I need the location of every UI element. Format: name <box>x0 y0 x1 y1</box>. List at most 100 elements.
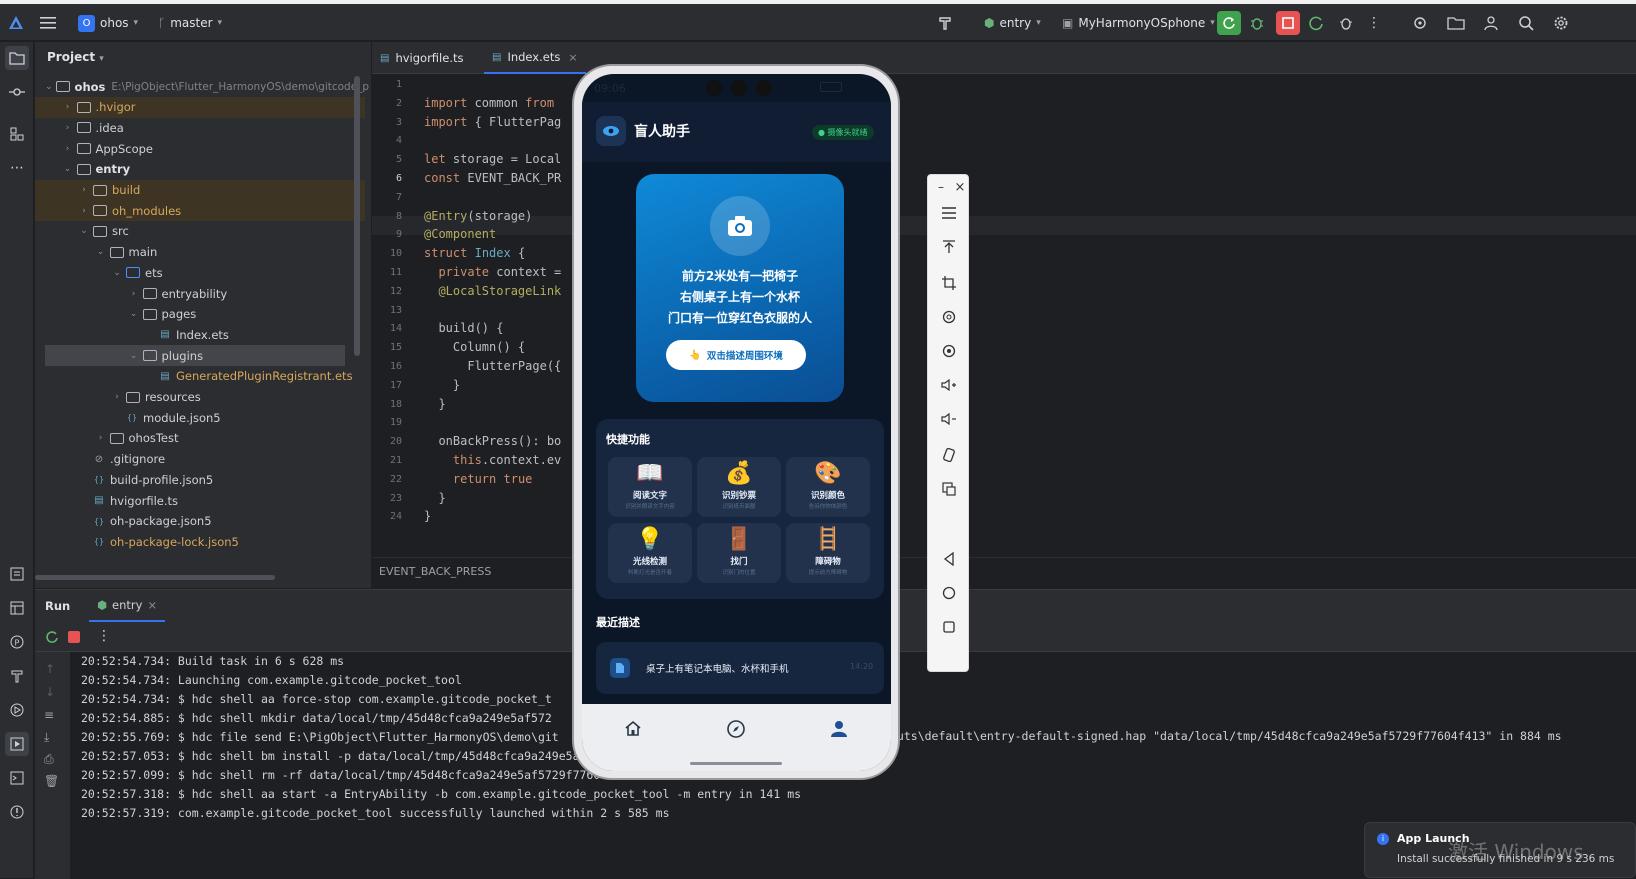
rerun-icon[interactable] <box>1217 11 1241 35</box>
code-line[interactable]: } <box>424 397 445 411</box>
quick-function-button[interactable]: 💰 识别钞票 识别纸币面额 <box>697 457 781 517</box>
project-horizontal-scrollbar[interactable] <box>35 575 275 580</box>
chevron-right-icon[interactable]: › <box>78 185 90 195</box>
code-line[interactable]: } <box>424 491 445 505</box>
tree-item[interactable]: {} oh-package.json5 <box>35 511 365 532</box>
chevron-right-icon[interactable]: › <box>78 206 90 216</box>
code-line[interactable]: Column() { <box>424 340 525 354</box>
chevron-right-icon[interactable]: › <box>111 392 123 402</box>
attach-debugger-icon[interactable] <box>1336 13 1356 33</box>
chevron-down-icon[interactable]: ⌄ <box>62 164 74 174</box>
project-switcher[interactable]: O ohos ▾ <box>78 13 138 33</box>
tree-item[interactable]: › .idea <box>35 117 365 138</box>
chevron-right-icon[interactable]: › <box>62 144 74 154</box>
profile-icon[interactable] <box>830 720 848 738</box>
more-vertical-icon[interactable]: ⋮ <box>97 628 111 644</box>
tree-item[interactable]: ▤ GeneratedPluginRegistrant.ets <box>35 366 365 387</box>
project-panel-header[interactable]: Project ▾ <box>47 50 104 64</box>
compass-icon[interactable] <box>726 719 746 739</box>
chevron-down-icon[interactable]: ⌄ <box>111 268 123 278</box>
print-icon[interactable]: ⎙ <box>44 752 54 767</box>
chevron-down-icon[interactable]: ⌄ <box>78 226 90 236</box>
tree-item[interactable]: › .hvigor <box>35 96 365 118</box>
scroll-down-icon[interactable]: ↓ <box>45 685 55 699</box>
close-icon[interactable]: × <box>950 177 970 197</box>
more-tools-icon[interactable]: ⋯ <box>5 156 29 180</box>
tree-item[interactable]: ⌄ main <box>35 242 365 263</box>
search-icon[interactable] <box>1516 13 1536 33</box>
quick-function-button[interactable]: 🪜 障碍物 提示前方障碍物 <box>786 523 870 583</box>
tree-item[interactable]: {} build-profile.json5 <box>35 469 365 490</box>
run-tab-entry[interactable]: ⬢ entry × <box>89 590 166 622</box>
close-icon[interactable]: × <box>147 598 157 612</box>
describe-button[interactable]: 👆 双击描述周围环境 <box>666 340 806 370</box>
code-line[interactable]: @LocalStorageLink <box>424 284 561 298</box>
soft-wrap-icon[interactable]: ≡ <box>44 708 54 722</box>
chevron-down-icon[interactable]: ⌄ <box>128 309 140 319</box>
home-indicator[interactable] <box>690 762 782 765</box>
code-line[interactable]: } <box>424 509 431 523</box>
commit-icon[interactable] <box>5 80 29 104</box>
tree-item[interactable]: ▤ hvigorfile.ts <box>35 490 365 511</box>
code-line[interactable]: struct Index { <box>424 246 525 260</box>
back-icon[interactable] <box>939 549 959 569</box>
stop-icon[interactable] <box>1276 11 1300 35</box>
quick-function-button[interactable]: 📖 阅读文字 识别并朗读文字内容 <box>608 457 692 517</box>
more-vertical-icon[interactable]: ⋮ <box>1364 13 1384 33</box>
tree-item[interactable]: ▤ Index.ets <box>35 324 365 345</box>
code-line[interactable]: FlutterPage({ <box>424 359 561 373</box>
profiler-icon[interactable]: P <box>5 630 29 654</box>
breadcrumb[interactable]: EVENT_BACK_PRESS <box>372 557 1636 588</box>
code-line[interactable]: import { FlutterPag <box>424 115 561 129</box>
tree-item[interactable]: › build <box>35 179 365 201</box>
branch-switcher[interactable]: ᚴ master ▾ <box>158 13 222 33</box>
project-folder-icon[interactable] <box>5 46 29 70</box>
code-line[interactable]: let storage = Local <box>424 152 561 166</box>
code-line[interactable]: } <box>424 378 460 392</box>
screenshot-icon[interactable] <box>939 479 959 499</box>
tree-item[interactable]: ⊘ .gitignore <box>35 449 365 470</box>
tree-item[interactable]: ⌄ src <box>35 221 365 242</box>
services-icon[interactable] <box>5 698 29 722</box>
build-hammer-icon[interactable] <box>936 13 956 33</box>
home-icon[interactable] <box>624 720 642 736</box>
todo-icon[interactable] <box>5 562 29 586</box>
settings-gear-icon[interactable] <box>1551 13 1571 33</box>
chevron-right-icon[interactable]: › <box>62 123 74 133</box>
tree-item[interactable]: › oh_modules <box>35 200 365 222</box>
chevron-right-icon[interactable]: › <box>128 289 140 299</box>
tree-item[interactable]: {} module.json5 <box>35 407 365 428</box>
stop-icon[interactable] <box>68 631 80 643</box>
recents-square-icon[interactable] <box>939 617 959 637</box>
code-line[interactable]: return true <box>424 472 533 486</box>
chevron-down-icon[interactable]: ⌄ <box>95 247 107 257</box>
describe-card[interactable]: 前方2米处有一把椅子 右侧桌子上有一个水杯 门口有一位穿红色衣服的人 👆 双击描… <box>636 174 844 402</box>
code-line[interactable]: build() { <box>424 321 503 335</box>
structure-icon[interactable] <box>5 122 29 146</box>
device-selector[interactable]: ▣ MyHarmonyOSphone ▾ <box>1062 13 1215 33</box>
rerun-icon[interactable] <box>45 630 59 644</box>
tree-item[interactable]: › AppScope <box>35 138 365 159</box>
recent-description-item[interactable]: 桌子上有笔记本电脑、水杯和手机 14:20 <box>596 642 884 694</box>
account-icon[interactable] <box>1481 13 1501 33</box>
folder-search-icon[interactable] <box>1446 13 1466 33</box>
layout-inspector-icon[interactable] <box>5 596 29 620</box>
problems-icon[interactable] <box>5 800 29 824</box>
code-line[interactable]: @Entry(storage) <box>424 209 532 223</box>
code-line[interactable]: @Component <box>424 227 496 241</box>
minimize-icon[interactable]: – <box>931 177 951 197</box>
tree-item[interactable]: {} oh-package-lock.json5 <box>35 531 365 552</box>
rotate-left-icon[interactable] <box>939 307 959 327</box>
code-line[interactable]: private context = <box>424 265 561 279</box>
scroll-to-end-icon[interactable]: ⤓ <box>44 730 49 745</box>
tree-item[interactable]: ⌄ ohos E:\PigObject\Flutter_HarmonyOS\demo… <box>35 76 369 97</box>
tree-item[interactable]: › ohosTest <box>35 428 365 449</box>
close-icon[interactable]: × <box>568 51 577 64</box>
home-circle-icon[interactable] <box>939 583 959 603</box>
run-tab-title[interactable]: Run <box>45 599 70 613</box>
code-line[interactable]: import common from <box>424 96 554 110</box>
device-manager-icon[interactable] <box>1410 13 1430 33</box>
chevron-right-icon[interactable]: › <box>62 102 74 112</box>
chevron-down-icon[interactable]: ⌄ <box>128 351 140 361</box>
shake-icon[interactable] <box>939 445 959 465</box>
